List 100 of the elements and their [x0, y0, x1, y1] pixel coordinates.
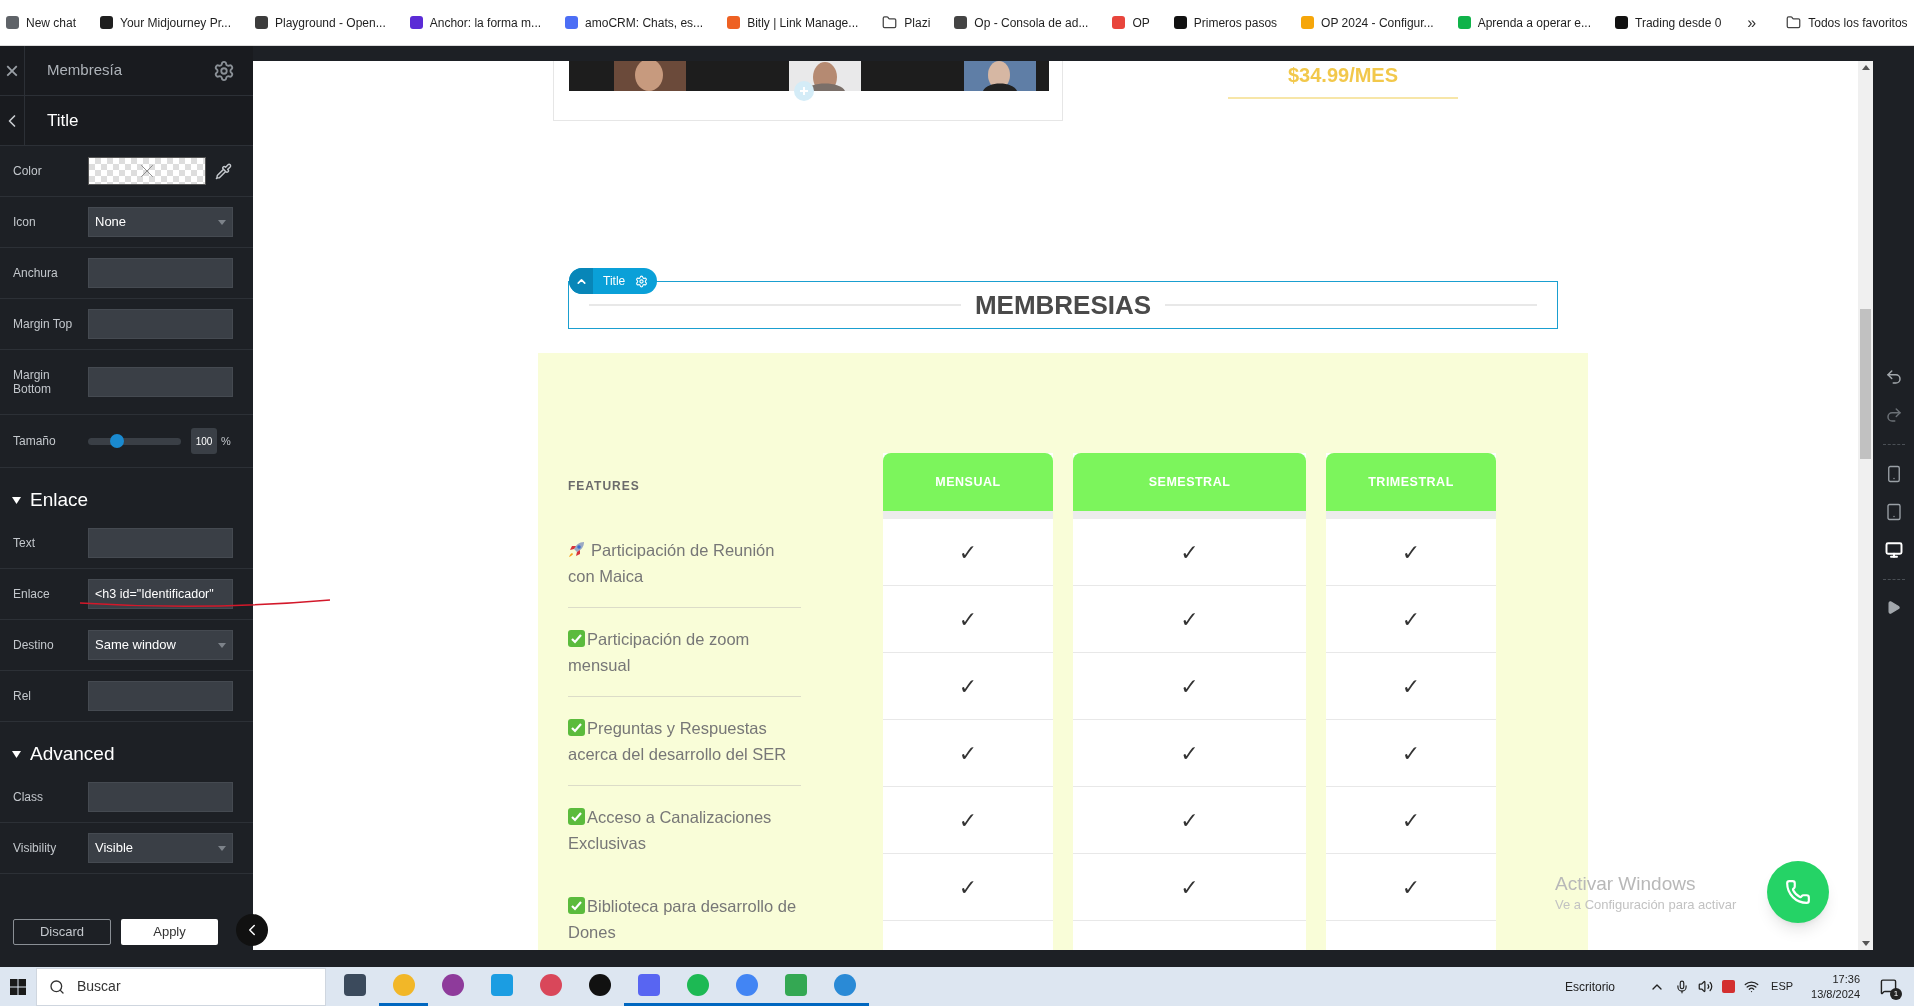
feature-text: Acceso a Canalizaciones Exclusivas	[568, 807, 773, 854]
section-toggle[interactable]: Enlace	[0, 468, 253, 518]
slider-track[interactable]	[88, 437, 181, 445]
feature-text: Participación de zoom mensual	[568, 629, 751, 676]
field-label: Color	[13, 164, 43, 178]
activation-title: Activar Windows	[1555, 873, 1697, 895]
more-bookmarks-button[interactable]: »	[1747, 10, 1757, 35]
play-icon[interactable]	[1886, 600, 1901, 615]
bookmark-item[interactable]: Todos los favoritos	[1786, 13, 1908, 32]
number-field[interactable]: 100	[191, 428, 217, 454]
app-tray-icon[interactable]	[1722, 980, 1736, 993]
table-cell: ✓	[1326, 787, 1496, 854]
language-indicator[interactable]: ESP	[1771, 978, 1794, 995]
time-text: 17:36	[1832, 971, 1860, 987]
field-label: Visibility	[13, 841, 58, 855]
bookmark-item[interactable]: Bitly | Link Manage...	[727, 13, 859, 32]
desktop-icon[interactable]	[1884, 541, 1903, 559]
table-cell: ✓	[883, 519, 1053, 586]
input-field[interactable]	[88, 309, 233, 339]
bookmark-item[interactable]: OP	[1112, 13, 1150, 32]
feature-text: Preguntas y Respuestas acerca del desarrollo del SER	[568, 718, 788, 765]
clock[interactable]: 17:36 13/8/2024	[1811, 971, 1860, 1002]
checkbox-icon	[568, 719, 585, 736]
folder-icon	[882, 15, 898, 30]
undo-icon[interactable]	[1884, 368, 1903, 386]
section-heading: MEMBRESIAS	[974, 288, 1152, 322]
phone-icon	[1785, 879, 1811, 905]
apply-button[interactable]: Apply	[121, 919, 218, 945]
field-label: Margin Bottom	[13, 368, 52, 396]
input-field[interactable]	[88, 367, 233, 397]
select-field[interactable]: None	[88, 207, 233, 237]
search-icon	[49, 978, 65, 995]
select-field[interactable]: Visible	[88, 833, 233, 863]
badge-label: Title	[602, 273, 627, 290]
column-heading: FEATURES	[568, 478, 640, 495]
feature-text: Biblioteca para desarrollo de Dones	[568, 896, 798, 943]
input-field[interactable]	[88, 258, 233, 288]
notification-count: 1	[1890, 987, 1902, 1000]
caret-icon	[218, 219, 226, 225]
microphone-icon[interactable]	[1675, 979, 1690, 994]
search-field[interactable]: Buscar	[36, 967, 326, 1006]
input-field[interactable]	[88, 528, 233, 558]
caret-icon	[12, 750, 21, 758]
scrollbar-thumb[interactable]	[1860, 309, 1871, 459]
color-swatch[interactable]	[88, 157, 206, 185]
bookmark-item[interactable]: Primeros pasos	[1173, 13, 1278, 32]
bookmark-item[interactable]: Plazi	[882, 13, 931, 32]
tablet-icon[interactable]	[1884, 503, 1903, 521]
notification-button[interactable]: 1	[1878, 976, 1898, 997]
scroll-up-icon[interactable]	[1861, 65, 1870, 70]
bookmark-item[interactable]: Op - Consola de ad...	[954, 13, 1089, 32]
bookmark-item[interactable]: OP 2024 - Configur...	[1301, 13, 1434, 32]
table-cell: ✓	[1073, 720, 1306, 787]
date-text: 13/8/2024	[1811, 986, 1860, 1002]
bookmark-item[interactable]: New chat	[6, 13, 77, 32]
table-cell: ✓	[1326, 519, 1496, 586]
plan-header: SEMESTRAL	[1073, 453, 1306, 511]
settings-icon[interactable]	[213, 59, 235, 82]
network-icon[interactable]	[1744, 979, 1760, 994]
bookmark-item[interactable]: Aprenda a operar e...	[1457, 13, 1592, 32]
toolbar-label[interactable]: Escritorio	[1565, 977, 1616, 996]
field-label: Text	[13, 536, 36, 550]
slider-thumb[interactable]	[109, 433, 124, 448]
select-value: Same window	[95, 636, 176, 655]
rocket-icon	[568, 541, 585, 558]
checkbox-icon	[568, 630, 585, 647]
table-cell: ✓	[1073, 519, 1306, 586]
bookmark-item[interactable]: amoCRM: Chats, es...	[565, 13, 704, 32]
table-cell: ✓	[883, 854, 1053, 921]
caret-icon	[12, 496, 21, 504]
table-cell: ✓	[883, 653, 1053, 720]
field-label: Destino	[13, 638, 55, 652]
windows-icon[interactable]	[10, 978, 26, 995]
select-field[interactable]: Same window	[88, 630, 233, 660]
input-field[interactable]	[88, 782, 233, 812]
bookmark-item[interactable]: Trading desde 0	[1615, 13, 1722, 32]
section-toggle[interactable]: Advanced	[0, 722, 253, 772]
bookmark-item[interactable]: Anchor: la forma m...	[409, 13, 542, 32]
discard-button[interactable]: Discard	[13, 919, 111, 945]
table-cell: ✓	[1326, 854, 1496, 921]
field-label: Anchura	[13, 266, 59, 280]
price-text: $34.99/MES	[1287, 63, 1399, 87]
scroll-down-icon[interactable]	[1861, 941, 1870, 946]
field-label: Class	[13, 790, 44, 804]
redo-icon[interactable]	[1884, 406, 1903, 424]
plan-header: TRIMESTRAL	[1326, 453, 1496, 511]
field-label: Margin Top	[13, 317, 74, 331]
caret-icon	[218, 845, 226, 851]
table-cell: ✓	[1326, 720, 1496, 787]
speaker-icon[interactable]	[1698, 979, 1714, 994]
field-label: Enlace	[13, 587, 51, 601]
input-field[interactable]	[88, 681, 233, 711]
input-field[interactable]: <h3 id="Identificador"	[88, 579, 233, 609]
field-label: Tamaño	[13, 434, 57, 448]
eyedropper-icon[interactable]	[215, 162, 232, 180]
table-cell: ✓	[883, 720, 1053, 787]
bookmark-item[interactable]: Playground - Open...	[255, 13, 386, 32]
table-cell: ✓	[1073, 854, 1306, 921]
bookmark-item[interactable]: Your Midjourney Pr...	[100, 13, 231, 32]
close-button[interactable]: ×	[0, 46, 25, 95]
